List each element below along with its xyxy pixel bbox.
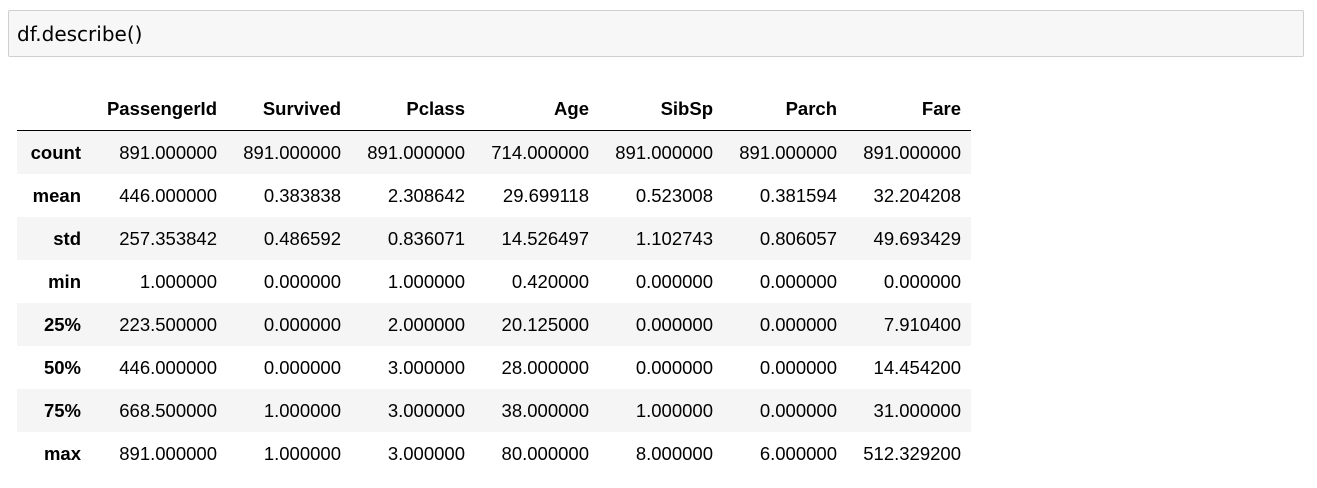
row-label: 75% [43, 400, 81, 421]
table-cell: 0.523008 [635, 185, 713, 206]
cell-output: PassengerId Survived Pclass Age SibSp Pa… [17, 88, 971, 475]
table-cell: 0.420000 [511, 271, 589, 292]
table-cell: 29.699118 [502, 185, 589, 206]
column-header: Survived [227, 88, 351, 131]
row-label: 25% [43, 314, 81, 335]
table-cell: 2.308642 [387, 185, 465, 206]
code-text[interactable]: df.describe() [17, 22, 142, 46]
table-cell: 38.000000 [501, 400, 589, 421]
table-cell: 0.000000 [883, 271, 961, 292]
index-header [17, 88, 91, 131]
table-cell: 891.000000 [243, 142, 341, 163]
table-cell: 80.000000 [501, 443, 589, 464]
table-row: 75% 668.500000 1.000000 3.000000 38.0000… [17, 389, 971, 432]
table-cell: 891.000000 [367, 142, 465, 163]
table-cell: 28.000000 [501, 357, 589, 378]
table-cell: 2.000000 [387, 314, 465, 335]
column-header: PassengerId [91, 88, 227, 131]
table-cell: 0.000000 [759, 271, 837, 292]
table-cell: 0.383838 [263, 185, 341, 206]
table-cell: 714.000000 [491, 142, 589, 163]
column-header: Parch [723, 88, 847, 131]
table-cell: 0.486592 [263, 228, 341, 249]
table-cell: 3.000000 [387, 443, 465, 464]
table-cell: 1.000000 [263, 443, 341, 464]
table-cell: 0.000000 [263, 271, 341, 292]
row-label: mean [32, 185, 81, 206]
table-cell: 0.806057 [759, 228, 837, 249]
table-row: max 891.000000 1.000000 3.000000 80.0000… [17, 432, 971, 475]
table-row: count 891.000000 891.000000 891.000000 7… [17, 130, 971, 174]
column-header: SibSp [599, 88, 723, 131]
table-cell: 891.000000 [119, 443, 217, 464]
describe-table: PassengerId Survived Pclass Age SibSp Pa… [17, 88, 971, 475]
column-header: Age [475, 88, 599, 131]
table-cell: 1.102743 [635, 228, 713, 249]
table-row: min 1.000000 0.000000 1.000000 0.420000 … [17, 260, 971, 303]
table-cell: 512.329200 [863, 443, 961, 464]
table-cell: 1.000000 [263, 400, 341, 421]
table-cell: 446.000000 [119, 357, 217, 378]
table-cell: 3.000000 [387, 357, 465, 378]
table-row: mean 446.000000 0.383838 2.308642 29.699… [17, 174, 971, 217]
table-cell: 8.000000 [635, 443, 713, 464]
table-cell: 7.910400 [883, 314, 961, 335]
table-header-row: PassengerId Survived Pclass Age SibSp Pa… [17, 88, 971, 131]
table-cell: 0.836071 [387, 228, 465, 249]
table-cell: 31.000000 [873, 400, 961, 421]
row-label: std [53, 228, 81, 249]
table-cell: 891.000000 [863, 142, 961, 163]
table-cell: 1.000000 [139, 271, 217, 292]
table-cell: 32.204208 [873, 185, 961, 206]
table-cell: 14.526497 [501, 228, 589, 249]
table-cell: 223.500000 [119, 314, 217, 335]
table-cell: 0.000000 [759, 357, 837, 378]
table-cell: 0.000000 [263, 357, 341, 378]
table-cell: 20.125000 [501, 314, 589, 335]
table-row: 25% 223.500000 0.000000 2.000000 20.1250… [17, 303, 971, 346]
row-label: max [43, 443, 81, 464]
table-cell: 257.353842 [119, 228, 217, 249]
table-cell: 3.000000 [387, 400, 465, 421]
table-row: 50% 446.000000 0.000000 3.000000 28.0000… [17, 346, 971, 389]
table-cell: 49.693429 [873, 228, 961, 249]
table-cell: 1.000000 [387, 271, 465, 292]
table-cell: 0.000000 [263, 314, 341, 335]
table-cell: 6.000000 [759, 443, 837, 464]
table-cell: 0.000000 [759, 400, 837, 421]
table-cell: 446.000000 [119, 185, 217, 206]
table-cell: 891.000000 [739, 142, 837, 163]
table-cell: 668.500000 [119, 400, 217, 421]
table-row: std 257.353842 0.486592 0.836071 14.5264… [17, 217, 971, 260]
table-cell: 891.000000 [615, 142, 713, 163]
table-cell: 891.000000 [119, 142, 217, 163]
table-cell: 0.000000 [635, 357, 713, 378]
column-header: Pclass [351, 88, 475, 131]
row-label: min [48, 271, 81, 292]
table-cell: 14.454200 [873, 357, 961, 378]
table-cell: 0.000000 [759, 314, 837, 335]
code-cell-input[interactable]: df.describe() [8, 10, 1304, 57]
column-header: Fare [847, 88, 971, 131]
table-cell: 0.000000 [635, 314, 713, 335]
row-label: count [30, 142, 81, 163]
row-label: 50% [43, 357, 81, 378]
table-cell: 1.000000 [635, 400, 713, 421]
table-cell: 0.000000 [635, 271, 713, 292]
table-cell: 0.381594 [759, 185, 837, 206]
